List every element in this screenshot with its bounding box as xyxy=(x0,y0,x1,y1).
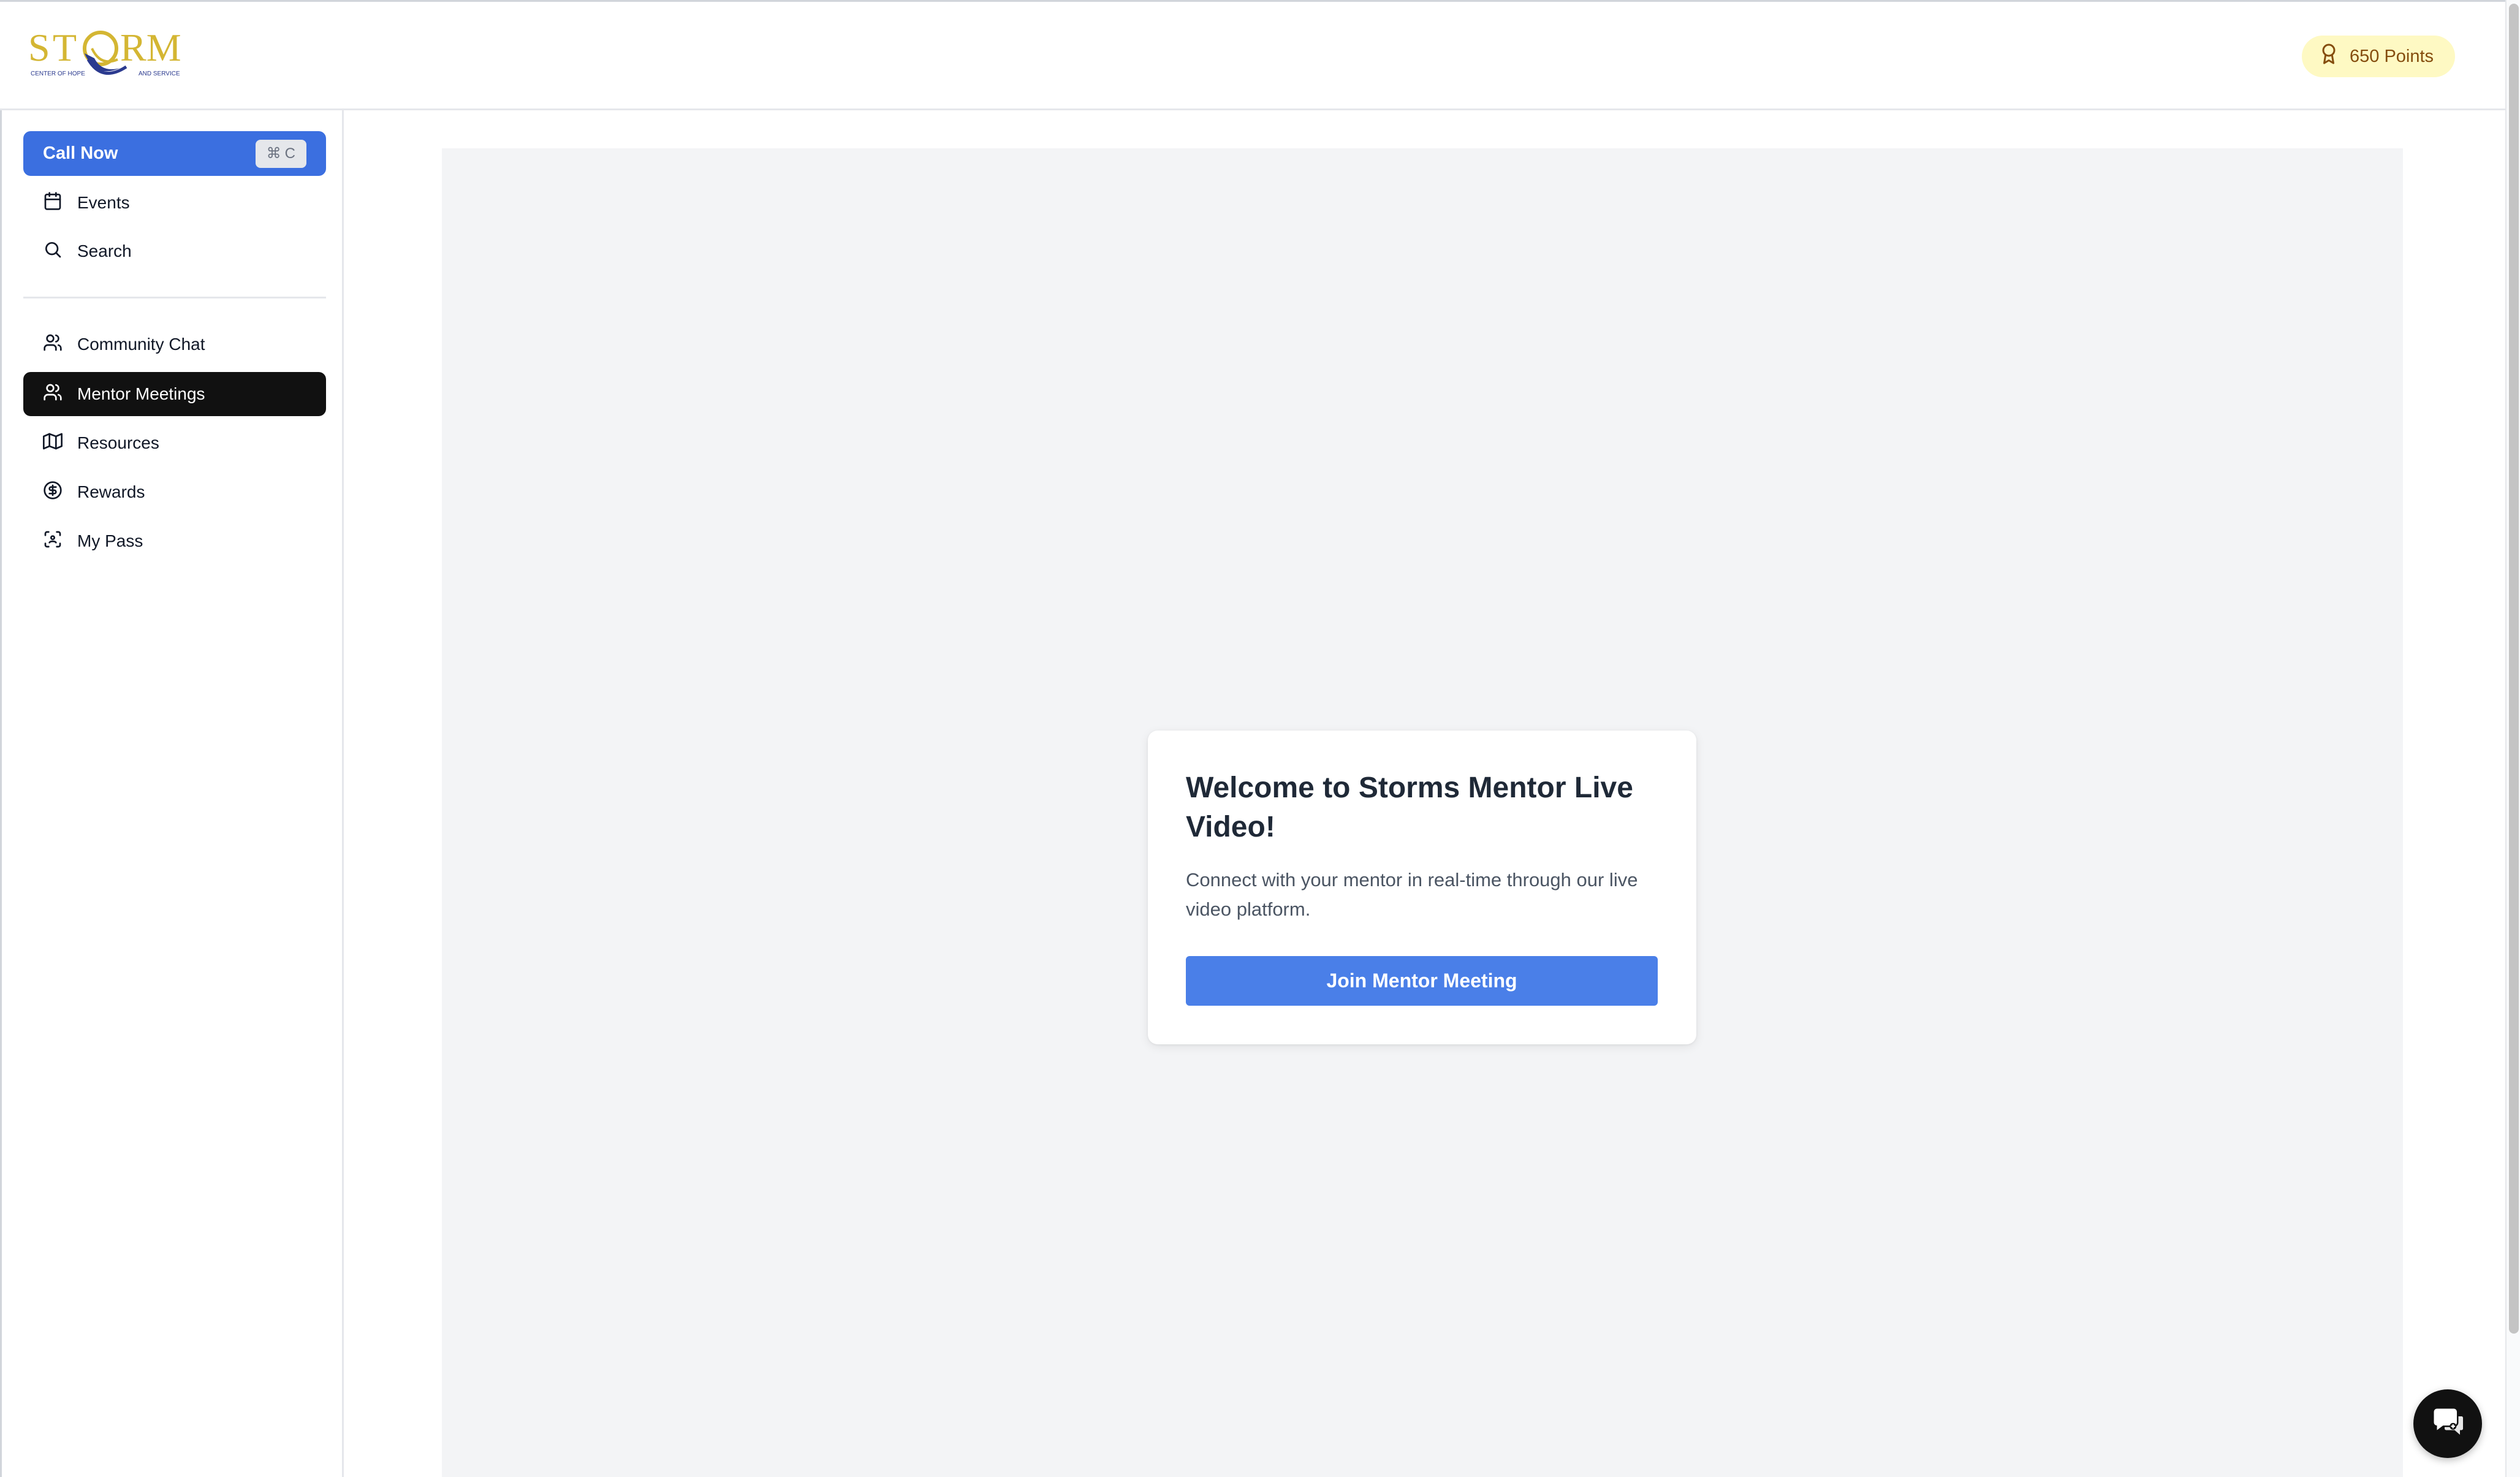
scrollbar-thumb[interactable] xyxy=(2509,4,2519,1334)
chat-bubble-icon xyxy=(2429,1404,2466,1444)
page-scrollbar[interactable] xyxy=(2505,0,2520,1477)
sidebar-item-label: Events xyxy=(77,193,130,212)
floating-chat-button[interactable] xyxy=(2413,1389,2482,1458)
award-icon xyxy=(2318,43,2340,70)
sidebar-item-label: Search xyxy=(77,241,132,260)
users-icon xyxy=(43,333,63,357)
sidebar-item-label: Rewards xyxy=(77,482,145,501)
command-key-symbol: ⌘ xyxy=(266,145,281,162)
keyboard-shortcut-badge: ⌘ C xyxy=(255,139,306,168)
sidebar-item-label: My Pass xyxy=(77,531,143,550)
svg-text:S: S xyxy=(28,26,50,69)
search-icon xyxy=(43,240,63,264)
users-icon xyxy=(43,382,63,406)
sidebar-item-label: Mentor Meetings xyxy=(77,384,205,403)
points-label: 650 Points xyxy=(2350,46,2434,66)
sidebar-item-rewards[interactable]: Rewards xyxy=(23,470,326,514)
welcome-title: Welcome to Storms Mentor Live Video! xyxy=(1186,772,1633,843)
join-mentor-meeting-button[interactable]: Join Mentor Meeting xyxy=(1186,956,1658,1006)
top-header: S T RM CENTER OF HOPE AND SERVICE 650 Po… xyxy=(0,0,2505,110)
points-badge[interactable]: 650 Points xyxy=(2302,36,2455,77)
shortcut-key: C xyxy=(284,145,295,162)
sidebar-item-community-chat[interactable]: Community Chat xyxy=(23,322,326,366)
svg-text:T: T xyxy=(53,26,77,69)
scan-icon xyxy=(43,530,63,553)
sidebar-item-search[interactable]: Search xyxy=(23,229,326,273)
svg-text:AND SERVICE: AND SERVICE xyxy=(139,70,180,77)
sidebar-divider xyxy=(23,297,326,298)
sidebar: Call Now ⌘ C Events Search Community Cha… xyxy=(0,110,344,1477)
welcome-card: Welcome to Storms Mentor Live Video! Con… xyxy=(1148,731,1696,1044)
welcome-description: Connect with your mentor in real-time th… xyxy=(1186,869,1638,920)
svg-text:CENTER OF HOPE: CENTER OF HOPE xyxy=(31,70,85,77)
sidebar-item-events[interactable]: Events xyxy=(23,181,326,225)
call-now-button[interactable]: Call Now ⌘ C xyxy=(23,131,326,176)
calendar-icon xyxy=(43,191,63,215)
call-now-label: Call Now xyxy=(43,143,118,163)
sidebar-item-resources[interactable]: Resources xyxy=(23,421,326,465)
sidebar-item-mentor-meetings[interactable]: Mentor Meetings xyxy=(23,372,326,416)
map-icon xyxy=(43,431,63,455)
svg-text:RM: RM xyxy=(120,26,181,69)
storm-logo[interactable]: S T RM CENTER OF HOPE AND SERVICE xyxy=(28,24,212,85)
sidebar-item-my-pass[interactable]: My Pass xyxy=(23,519,326,563)
sidebar-item-label: Resources xyxy=(77,433,159,452)
sidebar-item-label: Community Chat xyxy=(77,335,205,354)
storm-logo-graphic: S T RM CENTER OF HOPE AND SERVICE xyxy=(28,26,181,77)
dollar-circle-icon xyxy=(43,480,63,504)
